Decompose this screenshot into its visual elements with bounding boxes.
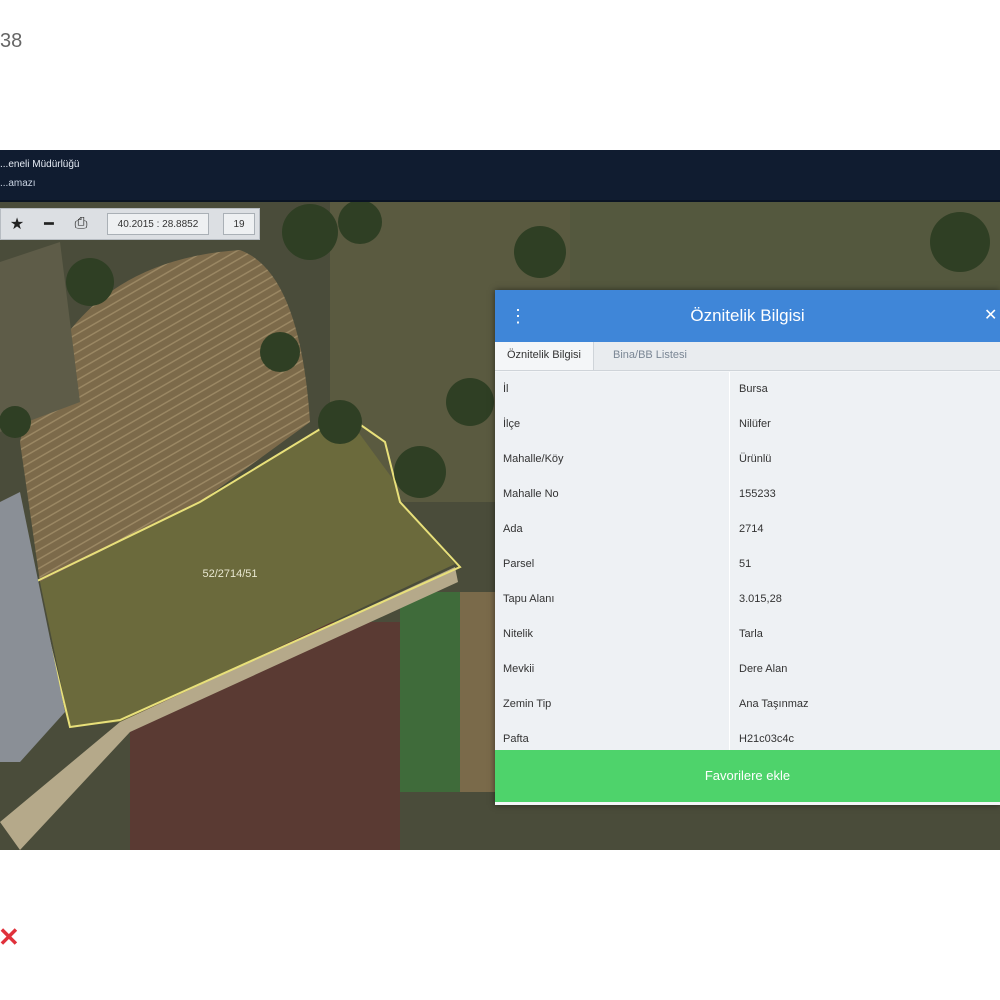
star-icon[interactable]: ★ — [1, 209, 33, 239]
panel-tabs: Öznitelik Bilgisi Bina/BB Listesi — [495, 342, 1000, 371]
table-row: Mahalle No 155233 — [495, 477, 1000, 513]
row-label: Tapu Alanı — [503, 593, 555, 605]
table-row: Ada 2714 — [495, 512, 1000, 548]
table-row: Tapu Alanı 3.015,28 — [495, 582, 1000, 618]
parcel-label: 52/2714/51 — [202, 568, 257, 580]
row-value: Ana Taşınmaz — [739, 698, 809, 710]
row-label: İlçe — [503, 418, 521, 430]
add-to-favorites-button[interactable]: Favorilere ekle — [495, 750, 1000, 802]
table-row: İlçe Nilüfer — [495, 407, 1000, 443]
attribute-info-panel: Öznitelik Bilgisi ⋮ ✕ Öznitelik Bilgisi … — [495, 290, 1000, 805]
panel-header: Öznitelik Bilgisi ⋮ ✕ — [495, 290, 1000, 342]
row-label: Nitelik — [503, 628, 533, 640]
row-value: Ürünlü — [739, 453, 772, 465]
row-value: 3.015,28 — [739, 593, 782, 605]
row-value: H21c03c4c — [739, 733, 795, 745]
row-label: Zemin Tip — [503, 698, 552, 710]
table-row: Zemin Tip Ana Taşınmaz — [495, 687, 1000, 723]
panel-title: Öznitelik Bilgisi — [690, 306, 805, 325]
table-row: Mahalle/Köy Ürünlü — [495, 442, 1000, 478]
minus-icon[interactable]: ━ — [33, 209, 65, 239]
table-row: İl Bursa — [495, 372, 1000, 408]
row-label: Ada — [503, 523, 523, 535]
zoom-level: 19 — [223, 213, 255, 235]
corner-mark: ✕ — [0, 922, 20, 952]
close-icon[interactable]: ✕ — [984, 304, 1000, 328]
header-subtitle: ...amazı — [0, 178, 36, 189]
row-value: Nilüfer — [739, 418, 771, 430]
app-header: ...eneli Müdürlüğü ...amazı — [0, 150, 1000, 202]
table-row: Nitelik Tarla — [495, 617, 1000, 653]
corner-text: 38 — [0, 30, 23, 52]
row-value: Dere Alan — [739, 663, 788, 675]
row-label: Mevkii — [503, 663, 535, 675]
table-row: Parsel 51 — [495, 547, 1000, 583]
row-label: İl — [503, 383, 509, 395]
row-label: Parsel — [503, 558, 535, 570]
row-value: Tarla — [739, 628, 763, 640]
table-row: Mevkii Dere Alan — [495, 652, 1000, 688]
row-label: Mahalle No — [503, 488, 559, 500]
row-label: Mahalle/Köy — [503, 453, 564, 465]
map-toolbar: ★ ━ ⎙ 40.2015 : 28.8852 19 — [0, 208, 260, 240]
print-icon[interactable]: ⎙ — [65, 209, 97, 239]
map-application: ...eneli Müdürlüğü ...amazı 52/2714/51 ★… — [0, 150, 1000, 850]
row-value: 155233 — [739, 488, 776, 500]
row-value: 2714 — [739, 523, 764, 535]
table-row: Pafta H21c03c4c — [495, 722, 1000, 750]
vertical-dots-icon[interactable]: ⋮ — [509, 304, 527, 328]
attribute-table: İl Bursa İlçe Nilüfer Mahalle/Köy Ürünlü Ma… — [495, 372, 1000, 750]
header-title: ...eneli Müdürlüğü — [0, 159, 80, 170]
row-label: Pafta — [503, 733, 529, 745]
coordinate-readout: 40.2015 : 28.8852 — [107, 213, 209, 235]
tab-attribute-info[interactable]: Öznitelik Bilgisi — [495, 342, 594, 370]
tab-building-list[interactable]: Bina/BB Listesi — [601, 342, 699, 370]
row-value: Bursa — [739, 383, 768, 395]
row-value: 51 — [739, 558, 752, 570]
